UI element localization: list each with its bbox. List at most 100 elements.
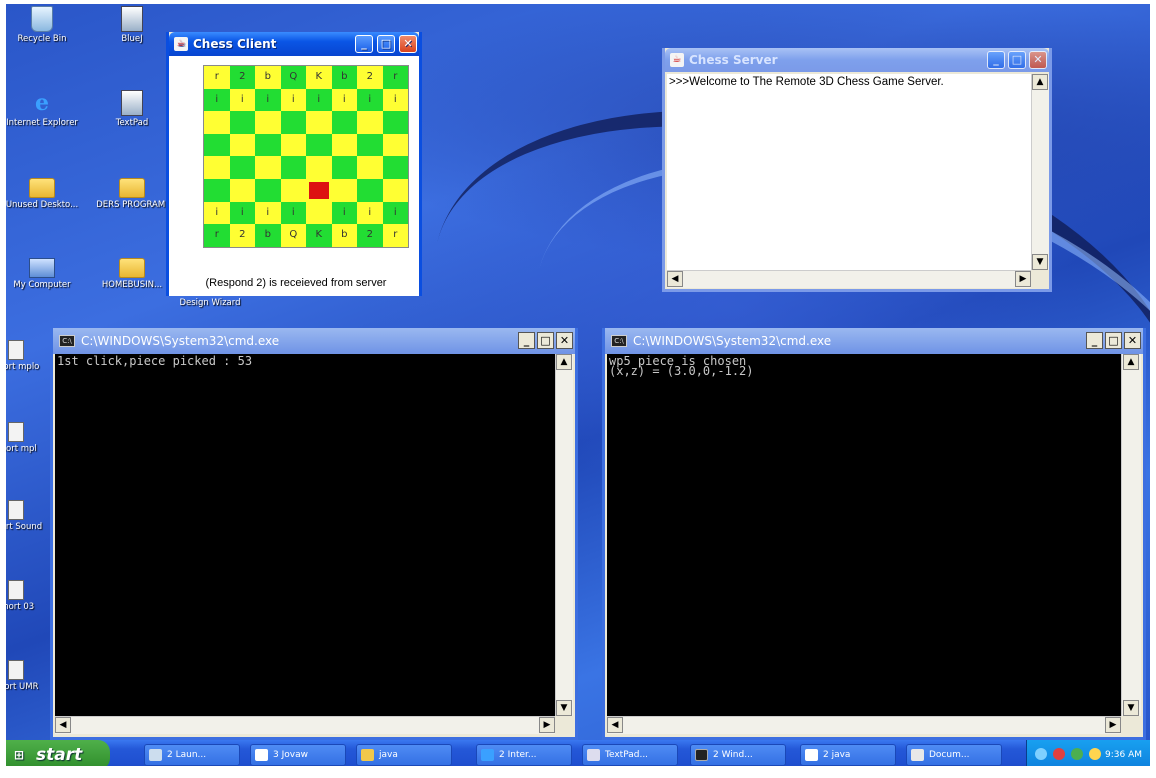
board-square[interactable] xyxy=(357,133,383,157)
taskbar-item-launch[interactable]: 2 Laun... xyxy=(144,744,240,766)
board-square[interactable] xyxy=(306,156,332,179)
taskbar-item-internet[interactable]: 2 Inter... xyxy=(476,744,572,766)
desktop-icon-textpad[interactable]: TextPad xyxy=(90,90,174,128)
scroll-down-arrow[interactable]: ▼ xyxy=(556,700,572,716)
minimize-button[interactable]: _ xyxy=(355,35,373,53)
horizontal-scrollbar[interactable]: ◀ ▶ xyxy=(55,716,555,734)
cmd-window-right[interactable]: C:\ C:\WINDOWS\System32\cmd.exe _ □ ✕ wp… xyxy=(602,328,1146,740)
scroll-down-arrow[interactable]: ▼ xyxy=(1123,700,1139,716)
board-square[interactable]: 2 xyxy=(357,224,383,247)
board-square[interactable] xyxy=(229,156,255,179)
board-square[interactable]: r xyxy=(382,224,408,247)
minimize-button[interactable]: _ xyxy=(987,51,1005,69)
close-button[interactable]: ✕ xyxy=(1029,51,1047,69)
scroll-right-arrow[interactable]: ▶ xyxy=(1015,271,1031,287)
board-square[interactable] xyxy=(357,178,383,202)
taskbar-item-windows[interactable]: 2 Wind... xyxy=(690,744,786,766)
board-square[interactable]: i xyxy=(382,88,408,112)
scroll-right-arrow[interactable]: ▶ xyxy=(539,717,555,733)
board-square[interactable] xyxy=(382,178,408,202)
board-square[interactable]: i xyxy=(382,201,408,225)
board-square[interactable] xyxy=(229,133,255,157)
board-square[interactable]: b xyxy=(331,66,357,89)
board-square[interactable]: i xyxy=(357,88,383,112)
network-icon[interactable] xyxy=(1035,748,1047,760)
start-button[interactable]: ⊞ start xyxy=(6,740,110,766)
desktop-icon-unused-desktop[interactable]: Unused Deskto... xyxy=(6,174,84,210)
board-square[interactable]: 2 xyxy=(357,66,383,89)
board-square[interactable] xyxy=(306,178,332,202)
board-square[interactable] xyxy=(255,156,281,179)
board-square[interactable] xyxy=(204,156,230,179)
taskbar-item-jovaw[interactable]: 3 Jovaw xyxy=(250,744,346,766)
board-square[interactable]: i xyxy=(255,88,281,112)
board-square[interactable]: 2 xyxy=(229,224,255,247)
board-square[interactable]: i xyxy=(204,88,230,112)
board-square[interactable] xyxy=(255,111,281,134)
chess-board[interactable]: r2bQKb2riiiiiiiiiiiiiiir2bQKb2r xyxy=(203,65,409,248)
board-square[interactable]: b xyxy=(255,66,281,89)
board-square[interactable] xyxy=(204,111,230,134)
scroll-left-arrow[interactable]: ◀ xyxy=(607,717,623,733)
vertical-scrollbar[interactable]: ▲ ▼ xyxy=(555,354,573,716)
chess-server-titlebar[interactable]: ☕ Chess Server _ □ ✕ xyxy=(665,48,1049,72)
maximize-button[interactable]: □ xyxy=(537,332,554,349)
board-square[interactable]: r xyxy=(382,66,408,89)
desktop-icon-ders-programi[interactable]: DERS PROGRAMI xyxy=(90,174,174,210)
board-square[interactable]: K xyxy=(306,66,332,89)
scroll-up-arrow[interactable]: ▲ xyxy=(556,354,572,370)
maximize-button[interactable]: □ xyxy=(1008,51,1026,69)
board-square[interactable] xyxy=(229,111,255,134)
cmd-titlebar[interactable]: C:\ C:\WINDOWS\System32\cmd.exe _ □ ✕ xyxy=(605,328,1143,354)
board-square[interactable] xyxy=(255,178,281,202)
close-button[interactable]: ✕ xyxy=(399,35,417,53)
horizontal-scrollbar[interactable]: ◀ ▶ xyxy=(667,270,1031,288)
board-square[interactable]: i xyxy=(280,201,306,225)
board-square[interactable]: i xyxy=(229,201,255,225)
desktop-icon-design-wizard[interactable]: Design Wizard xyxy=(168,298,252,308)
board-square[interactable]: r xyxy=(204,66,230,89)
clock[interactable]: 9:36 AM xyxy=(1105,750,1142,760)
board-square[interactable]: Q xyxy=(280,224,306,247)
scroll-up-arrow[interactable]: ▲ xyxy=(1123,354,1139,370)
cmd-window-left[interactable]: C:\ C:\WINDOWS\System32\cmd.exe _ □ ✕ 1s… xyxy=(50,328,578,740)
scroll-right-arrow[interactable]: ▶ xyxy=(1105,717,1121,733)
board-square[interactable] xyxy=(280,133,306,157)
desktop-icon-bluej[interactable]: BlueJ xyxy=(90,6,174,44)
board-square[interactable]: i xyxy=(331,201,357,225)
maximize-button[interactable]: □ xyxy=(1105,332,1122,349)
board-square[interactable]: i xyxy=(331,88,357,112)
taskbar-item-documents[interactable]: Docum... xyxy=(906,744,1002,766)
board-square[interactable] xyxy=(204,133,230,157)
tray-app-icon[interactable] xyxy=(1089,748,1101,760)
scroll-up-arrow[interactable]: ▲ xyxy=(1032,74,1048,90)
board-square[interactable]: i xyxy=(229,88,255,112)
board-square[interactable] xyxy=(331,133,357,157)
board-square[interactable]: b xyxy=(331,224,357,247)
board-square[interactable]: b xyxy=(255,224,281,247)
chess-client-titlebar[interactable]: ☕ Chess Client _ □ ✕ xyxy=(169,32,419,56)
minimize-button[interactable]: _ xyxy=(518,332,535,349)
board-square[interactable] xyxy=(357,111,383,134)
scroll-left-arrow[interactable]: ◀ xyxy=(55,717,71,733)
board-square[interactable] xyxy=(229,178,255,202)
board-square[interactable] xyxy=(382,133,408,157)
board-square[interactable]: i xyxy=(255,201,281,225)
chess-server-window[interactable]: ☕ Chess Server _ □ ✕ >>>Welcome to The R… xyxy=(662,48,1052,292)
board-square[interactable]: 2 xyxy=(229,66,255,89)
close-button[interactable]: ✕ xyxy=(1124,332,1141,349)
board-square[interactable]: K xyxy=(306,224,332,247)
board-square[interactable] xyxy=(255,133,281,157)
board-square[interactable]: i xyxy=(357,201,383,225)
taskbar-item-textpad[interactable]: TextPad... xyxy=(582,744,678,766)
board-square[interactable]: i xyxy=(280,88,306,112)
board-square[interactable] xyxy=(331,178,357,202)
scroll-left-arrow[interactable]: ◀ xyxy=(667,271,683,287)
board-square[interactable] xyxy=(331,156,357,179)
volume-icon[interactable] xyxy=(1071,748,1083,760)
taskbar-item-java[interactable]: 2 java xyxy=(800,744,896,766)
vertical-scrollbar[interactable]: ▲ ▼ xyxy=(1121,354,1141,716)
horizontal-scrollbar[interactable]: ◀ ▶ xyxy=(607,716,1121,734)
security-icon[interactable] xyxy=(1053,748,1065,760)
desktop-icon-my-computer[interactable]: My Computer xyxy=(6,254,84,290)
